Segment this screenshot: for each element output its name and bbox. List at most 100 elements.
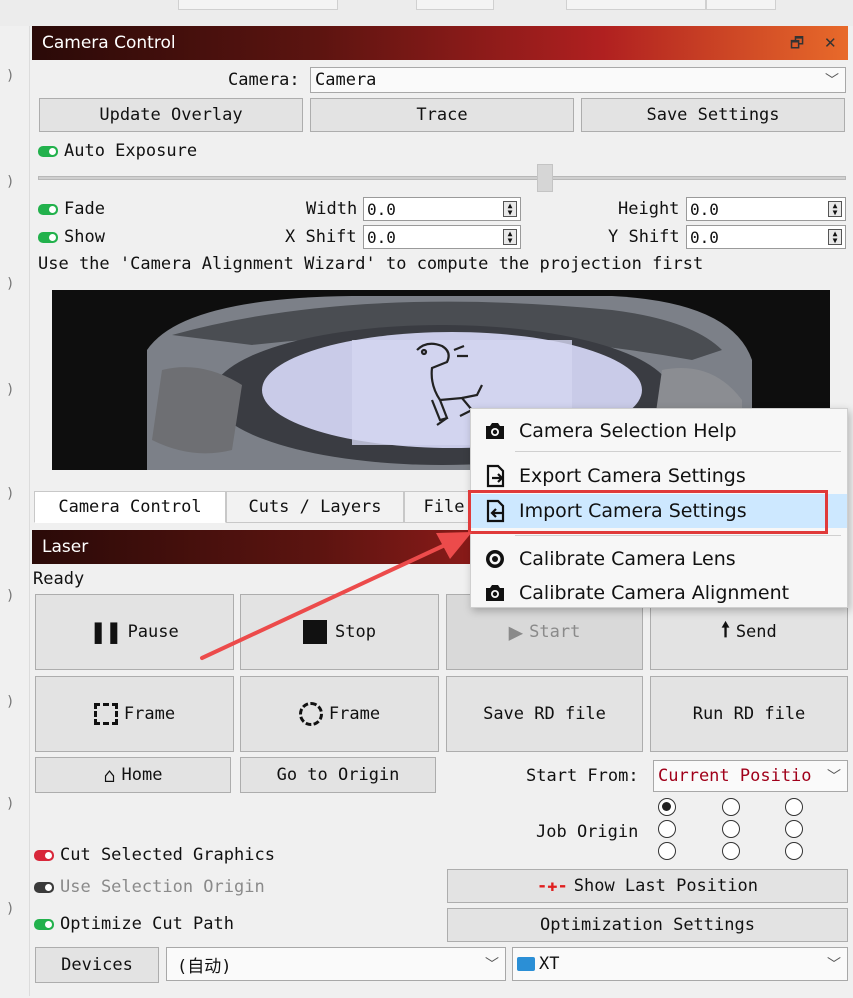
width-value: 0.0 xyxy=(367,199,396,219)
fade-toggle[interactable]: Fade xyxy=(38,199,105,219)
save-rd-button[interactable]: Save RD file xyxy=(446,676,643,752)
frame-rect-button[interactable]: Frame xyxy=(35,676,234,752)
optimize-cut-toggle[interactable]: Optimize Cut Path xyxy=(34,914,234,934)
start-from-select[interactable]: Current Positio ﹀ xyxy=(653,760,848,792)
job-origin-radio-mr[interactable] xyxy=(785,820,803,838)
job-origin-radio-mc[interactable] xyxy=(722,820,740,838)
menu-separator xyxy=(515,451,841,452)
start-label: Start xyxy=(529,622,581,642)
spin-arrows-icon[interactable]: ▲ ▼ xyxy=(503,201,517,217)
left-edge-panel: ))) ))) ))) xyxy=(0,26,30,996)
devices-button[interactable]: Devices xyxy=(35,947,159,983)
trace-button[interactable]: Trace xyxy=(310,98,574,132)
start-from-value: Current Positio xyxy=(658,766,812,786)
frame-rect-icon xyxy=(93,703,118,725)
job-origin-label: Job Origin xyxy=(536,822,639,842)
exposure-slider[interactable] xyxy=(38,176,846,180)
show-label: Show xyxy=(64,227,105,247)
camera-select[interactable]: Camera ﹀ xyxy=(310,67,846,93)
yshift-value: 0.0 xyxy=(690,227,719,247)
camera-control-titlebar: Camera Control 🗗 ✕ xyxy=(32,26,848,60)
width-spinbox[interactable]: 0.0 ▲ ▼ xyxy=(363,197,521,221)
device-port-select[interactable]: (自动) ﹀ xyxy=(166,947,506,981)
show-toggle[interactable]: Show xyxy=(38,227,105,247)
job-origin-radio-bc[interactable] xyxy=(722,842,740,860)
pause-icon: ❚❚ xyxy=(90,617,122,647)
height-value: 0.0 xyxy=(690,199,719,219)
camera-control-title: Camera Control xyxy=(42,33,176,53)
height-label: Height xyxy=(618,199,680,219)
show-last-position-button[interactable]: -✚- Show Last Position xyxy=(447,869,848,903)
home-label: Home xyxy=(121,765,163,785)
float-window-icon[interactable]: 🗗 xyxy=(790,26,804,60)
top-tab[interactable] xyxy=(706,0,776,10)
home-button[interactable]: ⌂ Home xyxy=(35,757,231,793)
menu-item-label: Camera Selection Help xyxy=(519,420,737,442)
camera-select-value: Camera xyxy=(315,70,377,90)
optimization-settings-button[interactable]: Optimization Settings xyxy=(447,908,848,942)
menu-item-export-camera-settings[interactable]: Export Camera Settings xyxy=(471,459,847,493)
upload-arrow-icon: 🠕 xyxy=(721,617,730,641)
job-origin-radio-tr[interactable] xyxy=(785,798,803,816)
device-port-value: (自动) xyxy=(177,956,232,977)
job-origin-radio-tc[interactable] xyxy=(722,798,740,816)
spin-arrows-icon[interactable]: ▲ ▼ xyxy=(503,229,517,245)
toggle-led-icon xyxy=(38,231,58,243)
menu-item-camera-selection-help[interactable]: Camera Selection Help xyxy=(471,414,847,448)
update-overlay-button[interactable]: Update Overlay xyxy=(39,98,303,132)
go-to-origin-button[interactable]: Go to Origin xyxy=(240,757,436,793)
start-from-label: Start From: xyxy=(526,766,639,786)
cut-selected-label: Cut Selected Graphics xyxy=(60,845,275,865)
auto-exposure-toggle[interactable]: Auto Exposure xyxy=(38,141,197,161)
yshift-spinbox[interactable]: 0.0 ▲ ▼ xyxy=(686,225,846,249)
xshift-spinbox[interactable]: 0.0 ▲ ▼ xyxy=(363,225,521,249)
annotation-arrow xyxy=(200,532,472,660)
menu-item-label: Calibrate Camera Alignment xyxy=(519,582,790,604)
job-origin-radio-bl[interactable] xyxy=(658,842,676,860)
job-origin-radio-tl[interactable] xyxy=(658,798,676,816)
spin-arrows-icon[interactable]: ▲ ▼ xyxy=(828,229,842,245)
height-spinbox[interactable]: 0.0 ▲ ▼ xyxy=(686,197,846,221)
job-origin-radio-ml[interactable] xyxy=(658,820,676,838)
exposure-slider-handle[interactable] xyxy=(536,164,553,192)
chevron-down-icon: ﹀ xyxy=(485,957,499,973)
use-selection-origin-label: Use Selection Origin xyxy=(60,877,265,897)
cut-selected-toggle[interactable]: Cut Selected Graphics xyxy=(34,845,275,865)
toggle-led-icon xyxy=(34,881,54,893)
spin-arrows-icon[interactable]: ▲ ▼ xyxy=(828,201,842,217)
use-selection-origin-toggle[interactable]: Use Selection Origin xyxy=(34,877,265,897)
top-tab[interactable] xyxy=(178,0,338,10)
send-label: Send xyxy=(735,622,777,642)
run-rd-button[interactable]: Run RD file xyxy=(650,676,848,752)
top-tab[interactable] xyxy=(566,0,706,10)
device-model-value: XT xyxy=(539,954,560,974)
camera-label: Camera: xyxy=(228,70,300,90)
close-icon[interactable]: ✕ xyxy=(824,26,837,60)
width-label: Width xyxy=(306,199,358,219)
frame-circle-button[interactable]: Frame xyxy=(240,676,439,752)
device-icon xyxy=(517,957,535,971)
xshift-value: 0.0 xyxy=(367,227,396,247)
optimize-cut-label: Optimize Cut Path xyxy=(60,914,234,934)
frame-rect-label: Frame xyxy=(123,704,176,724)
show-last-position-label: Show Last Position xyxy=(573,876,758,896)
annotation-highlight-box xyxy=(468,490,828,534)
job-origin-radio-br[interactable] xyxy=(785,842,803,860)
menu-item-calibrate-camera-lens[interactable]: Calibrate Camera Lens xyxy=(471,542,847,576)
save-settings-button[interactable]: Save Settings xyxy=(581,98,845,132)
toggle-led-icon xyxy=(38,203,58,215)
menu-item-calibrate-camera-alignment[interactable]: Calibrate Camera Alignment xyxy=(471,576,847,610)
device-model-select[interactable]: XT ﹀ xyxy=(512,947,848,981)
toggle-led-icon xyxy=(34,849,54,861)
camera-icon xyxy=(471,421,519,441)
chevron-down-icon: ﹀ xyxy=(827,957,841,973)
laser-title: Laser xyxy=(42,537,89,557)
laser-status: Ready xyxy=(33,569,85,589)
pause-label: Pause xyxy=(127,622,179,642)
top-toolbar-strip xyxy=(0,0,853,26)
top-tab[interactable] xyxy=(416,0,494,10)
menu-item-label: Calibrate Camera Lens xyxy=(519,548,736,570)
crosshair-icon: -✚- xyxy=(537,876,568,896)
home-icon: ⌂ xyxy=(103,763,116,787)
frame-circle-icon xyxy=(298,702,323,726)
